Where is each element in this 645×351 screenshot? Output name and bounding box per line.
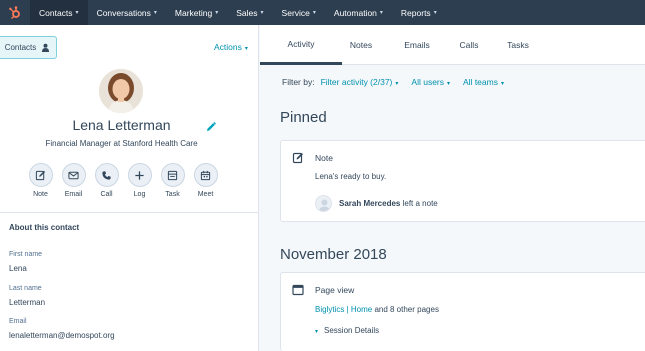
note-icon[interactable]: [28, 163, 53, 187]
page-view-title: Page view: [315, 285, 355, 295]
note-author-line: Sarah Mercedes left a note: [339, 199, 438, 208]
about-section-title: About this contact: [9, 223, 80, 232]
session-details-toggle[interactable]: ▾ Session Details: [315, 326, 379, 335]
pinned-heading: Pinned: [280, 109, 327, 126]
action-call[interactable]: Call: [90, 163, 123, 198]
tab-activity[interactable]: Activity: [260, 25, 342, 65]
page-link[interactable]: Home: [351, 305, 372, 314]
chevron-down-icon: ▾: [153, 10, 157, 16]
action-label: Log: [133, 191, 146, 198]
chevron-down-icon: ▾: [75, 10, 79, 16]
teams-filter-label: All teams: [463, 77, 498, 87]
page-view-pages: Biglytics | Home and 8 other pages: [315, 305, 439, 314]
action-label: Email: [64, 191, 83, 198]
filter-label: Filter by:: [282, 77, 315, 87]
plus-icon[interactable]: [127, 163, 152, 187]
action-label: Note: [33, 191, 48, 198]
nav-sales[interactable]: Sales ▾: [227, 0, 272, 25]
email-icon[interactable]: [61, 163, 86, 187]
month-heading: November 2018: [280, 246, 387, 263]
tab-emails[interactable]: Emails: [380, 25, 454, 65]
action-meet[interactable]: Meet: [189, 163, 222, 198]
note-author: Sarah Mercedes: [339, 199, 401, 208]
pencil-icon[interactable]: [205, 120, 217, 132]
first-name-value[interactable]: Lena: [9, 264, 27, 273]
last-name-value[interactable]: Letterman: [9, 298, 45, 307]
chevron-down-icon: ▾: [500, 81, 504, 87]
note-icon: [292, 151, 304, 164]
avatar: [99, 69, 143, 113]
users-filter-dropdown[interactable]: All users ▾: [411, 77, 450, 87]
chevron-down-icon: ▾: [244, 46, 248, 52]
action-label: Meet: [197, 191, 214, 198]
note-body: Lena's ready to buy.: [315, 172, 387, 181]
tab-calls[interactable]: Calls: [454, 25, 484, 65]
last-name-label: Last name: [9, 285, 42, 292]
nav-automation[interactable]: Automation ▾: [325, 0, 392, 25]
filter-activity-label: Filter activity (2/37): [320, 77, 393, 87]
nav-conversations[interactable]: Conversations ▾: [88, 0, 166, 25]
chevron-down-icon: ▾: [315, 329, 319, 335]
note-author-suffix: left a note: [402, 199, 438, 208]
quick-actions: Note Email Call Log Task Meet: [24, 163, 222, 198]
chevron-down-icon: ▾: [215, 10, 219, 16]
action-label: Call: [100, 191, 113, 198]
nav-label: Conversations: [96, 7, 151, 18]
session-details-label: Session Details: [324, 326, 380, 335]
action-label: Task: [165, 191, 180, 198]
nav-label: Marketing: [174, 7, 213, 18]
back-button-label: Contacts: [4, 43, 37, 52]
contact-job-title: Financial Manager at Stanford Health Car…: [45, 139, 198, 148]
filter-bar: Filter by: Filter activity (2/37) ▾ All u…: [282, 77, 517, 87]
calendar-icon[interactable]: [193, 163, 218, 187]
email-label: Email: [9, 318, 27, 325]
phone-icon[interactable]: [94, 163, 119, 187]
nav-label: Sales: [236, 7, 258, 18]
action-task[interactable]: Task: [156, 163, 189, 198]
actions-label: Actions: [214, 42, 242, 52]
actions-dropdown[interactable]: Actions ▾: [214, 42, 248, 52]
contact-sidebar: Contacts Actions ▾ Lena Letterman Financi…: [0, 25, 259, 351]
task-icon[interactable]: [160, 163, 185, 187]
first-name-label: First name: [9, 251, 43, 258]
tab-tasks[interactable]: Tasks: [484, 25, 552, 65]
divider: [0, 212, 259, 213]
back-to-contacts-button[interactable]: Contacts: [0, 36, 57, 59]
chevron-down-icon: ▾: [395, 81, 399, 87]
nav-label: Service: [281, 7, 310, 18]
action-log[interactable]: Log: [123, 163, 156, 198]
pinned-note-card[interactable]: Note Lena's ready to buy. Sarah Mercedes…: [280, 140, 645, 222]
activity-tabs: Activity Notes Emails Calls Tasks: [260, 25, 645, 65]
action-email[interactable]: Email: [57, 163, 90, 198]
action-note[interactable]: Note: [24, 163, 57, 198]
filter-activity-dropdown[interactable]: Filter activity (2/37) ▾: [321, 77, 399, 87]
tab-notes[interactable]: Notes: [342, 25, 380, 65]
nav-contacts[interactable]: Contacts ▾: [30, 0, 88, 25]
browser-window-icon: [292, 283, 304, 296]
page-view-card[interactable]: Page view Biglytics | Home and 8 other p…: [280, 272, 645, 351]
other-pages-text: and 8 other pages: [372, 305, 439, 314]
chevron-down-icon: ▾: [447, 81, 451, 87]
nav-label: Contacts: [39, 7, 73, 18]
site-link[interactable]: Biglytics: [315, 305, 344, 314]
note-title: Note: [315, 153, 333, 163]
top-nav: Contacts ▾ Conversations ▾ Marketing ▾ Sale…: [0, 0, 645, 25]
nav-label: Reports: [400, 7, 431, 18]
author-avatar: [315, 195, 332, 212]
nav-label: Automation: [333, 7, 377, 18]
teams-filter-dropdown[interactable]: All teams ▾: [463, 77, 504, 87]
nav-reports[interactable]: Reports ▾: [392, 0, 446, 25]
nav-marketing[interactable]: Marketing ▾: [166, 0, 227, 25]
nav-service[interactable]: Service ▾: [273, 0, 325, 25]
sprocket-icon[interactable]: [0, 0, 30, 25]
users-filter-label: All users: [411, 77, 444, 87]
person-icon: [42, 43, 50, 52]
chevron-down-icon: ▾: [312, 10, 316, 16]
chevron-down-icon: ▾: [379, 10, 383, 16]
email-value[interactable]: lenaletterman@demospot.org: [9, 331, 115, 340]
chevron-down-icon: ▾: [260, 10, 264, 16]
chevron-down-icon: ▾: [433, 10, 437, 16]
